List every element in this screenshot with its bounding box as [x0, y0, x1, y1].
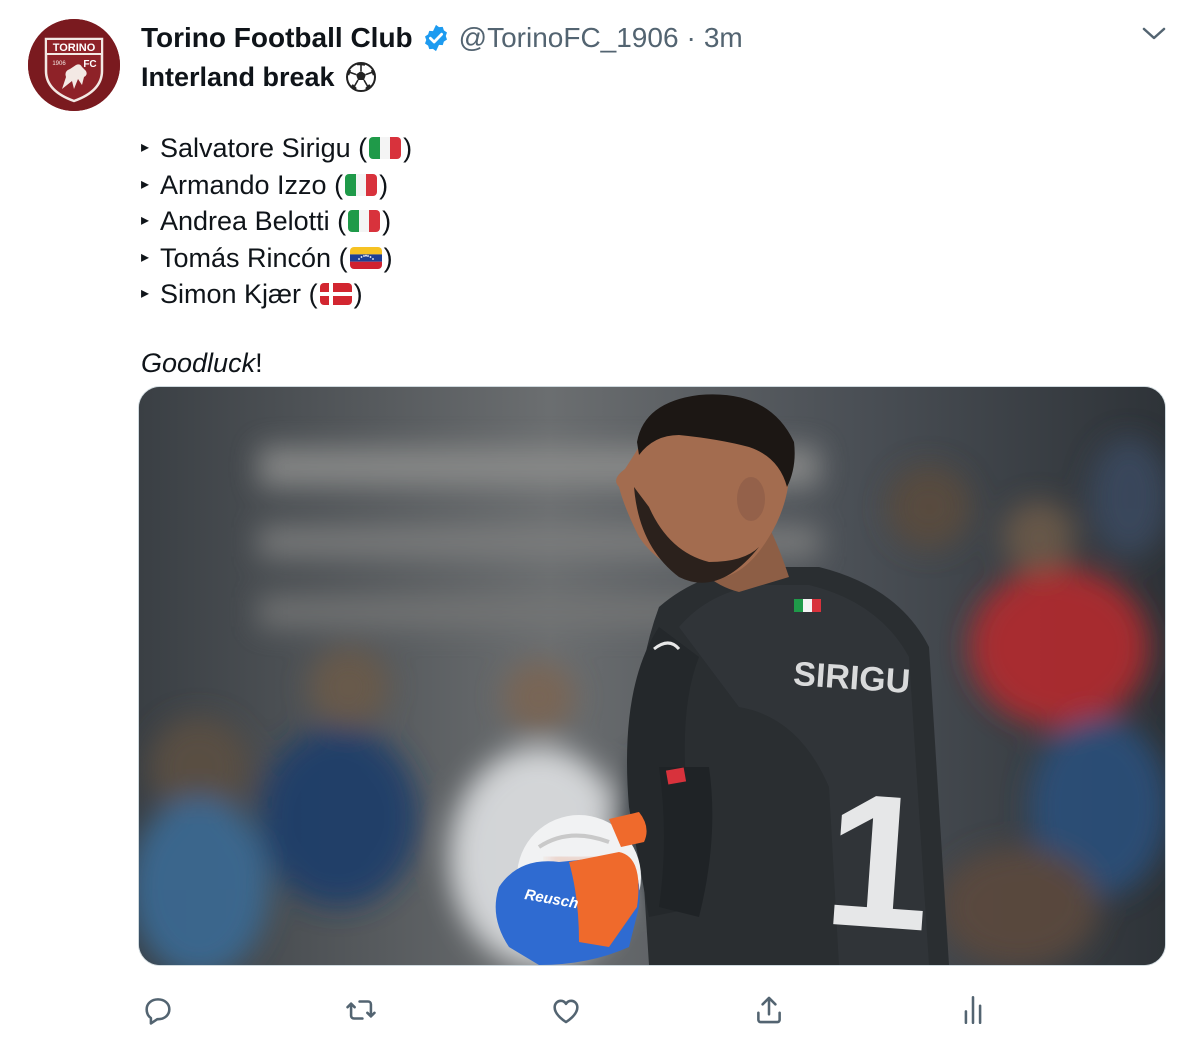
- list-item: ▸ Salvatore Sirigu (): [141, 130, 1161, 167]
- tweet-photo[interactable]: SIRIGU 1 Reusch: [138, 386, 1166, 966]
- closing-italic: Goodluck: [141, 347, 256, 378]
- list-item: ▸ Tomás Rincón (): [141, 240, 1161, 277]
- open-paren: (: [358, 133, 368, 164]
- player-name: Salvatore Sirigu: [160, 133, 351, 164]
- reply-icon: [145, 998, 171, 1025]
- reply-button[interactable]: [138, 990, 178, 1030]
- avatar[interactable]: TORINO 1906 FC: [28, 19, 120, 111]
- bullet: ▸: [141, 175, 150, 193]
- close-paren: ): [379, 169, 389, 200]
- goalkeeper-photo: SIRIGU 1 Reusch: [139, 387, 1165, 965]
- retweet-button[interactable]: [341, 990, 381, 1030]
- tweet[interactable]: TORINO 1906 FC Torino Football Club @Tor…: [0, 0, 1196, 1046]
- tweet-body: Interland break ▸ Salvatore Sirigu () ▸ …: [141, 58, 1161, 383]
- list-item: ▸ Andrea Belotti (): [141, 203, 1161, 240]
- close-paren: ): [383, 242, 393, 273]
- closing-suffix: !: [255, 347, 263, 378]
- verified-badge-icon: [424, 24, 447, 52]
- italy-flag-icon: [348, 210, 381, 233]
- like-icon: [553, 999, 579, 1024]
- close-paren: ): [382, 206, 392, 237]
- open-paren: (: [337, 206, 347, 237]
- list-item: ▸ Simon Kjær (): [141, 276, 1161, 313]
- open-paren: (: [334, 169, 344, 200]
- tweet-actions: [0, 990, 1196, 1034]
- tweet-title-text: Interland break: [141, 62, 335, 92]
- tweet-header: Torino Football Club @TorinoFC_1906 · 3m: [141, 18, 743, 58]
- italy-flag-icon: [369, 137, 402, 160]
- player-list: ▸ Salvatore Sirigu () ▸ Armando Izzo () …: [141, 130, 1161, 313]
- open-paren: (: [308, 279, 318, 310]
- bullet: ▸: [141, 139, 150, 157]
- bullet: ▸: [141, 212, 150, 230]
- close-paren: ): [403, 133, 413, 164]
- venezuela-flag-icon: [349, 246, 382, 269]
- display-name[interactable]: Torino Football Club: [141, 22, 413, 54]
- italy-flag-icon: [345, 173, 378, 196]
- close-paren: ): [353, 279, 363, 310]
- soccer-ball-icon: [345, 62, 376, 92]
- player-name: Andrea Belotti: [160, 206, 330, 237]
- jersey-number: 1: [818, 753, 938, 965]
- analytics-button[interactable]: [953, 990, 993, 1030]
- torino-crest-icon: TORINO 1906 FC: [28, 19, 120, 111]
- list-item: ▸ Armando Izzo (): [141, 167, 1161, 204]
- timestamp[interactable]: 3m: [704, 22, 743, 54]
- avatar-year: 1906: [52, 61, 66, 67]
- bullet: ▸: [141, 285, 150, 303]
- player-name: Tomás Rincón: [160, 242, 332, 273]
- separator-dot: ·: [686, 22, 696, 53]
- denmark-flag-icon: [319, 283, 352, 306]
- retweet-icon: [346, 1000, 376, 1020]
- player-name: Armando Izzo: [160, 169, 327, 200]
- player-name: Simon Kjær: [160, 279, 302, 310]
- tweet-title: Interland break: [141, 58, 1161, 96]
- share-button[interactable]: [749, 990, 789, 1030]
- bullet: ▸: [141, 248, 150, 266]
- closing-text: Goodluck!: [141, 343, 1161, 383]
- open-paren: (: [338, 242, 348, 273]
- handle[interactable]: @TorinoFC_1906: [459, 22, 679, 54]
- chevron-down-icon[interactable]: [1140, 22, 1168, 46]
- avatar-text: TORINO: [53, 42, 96, 54]
- avatar-fc: FC: [83, 59, 96, 70]
- share-icon: [757, 996, 781, 1024]
- like-button[interactable]: [546, 990, 586, 1030]
- analytics-icon: [964, 995, 982, 1025]
